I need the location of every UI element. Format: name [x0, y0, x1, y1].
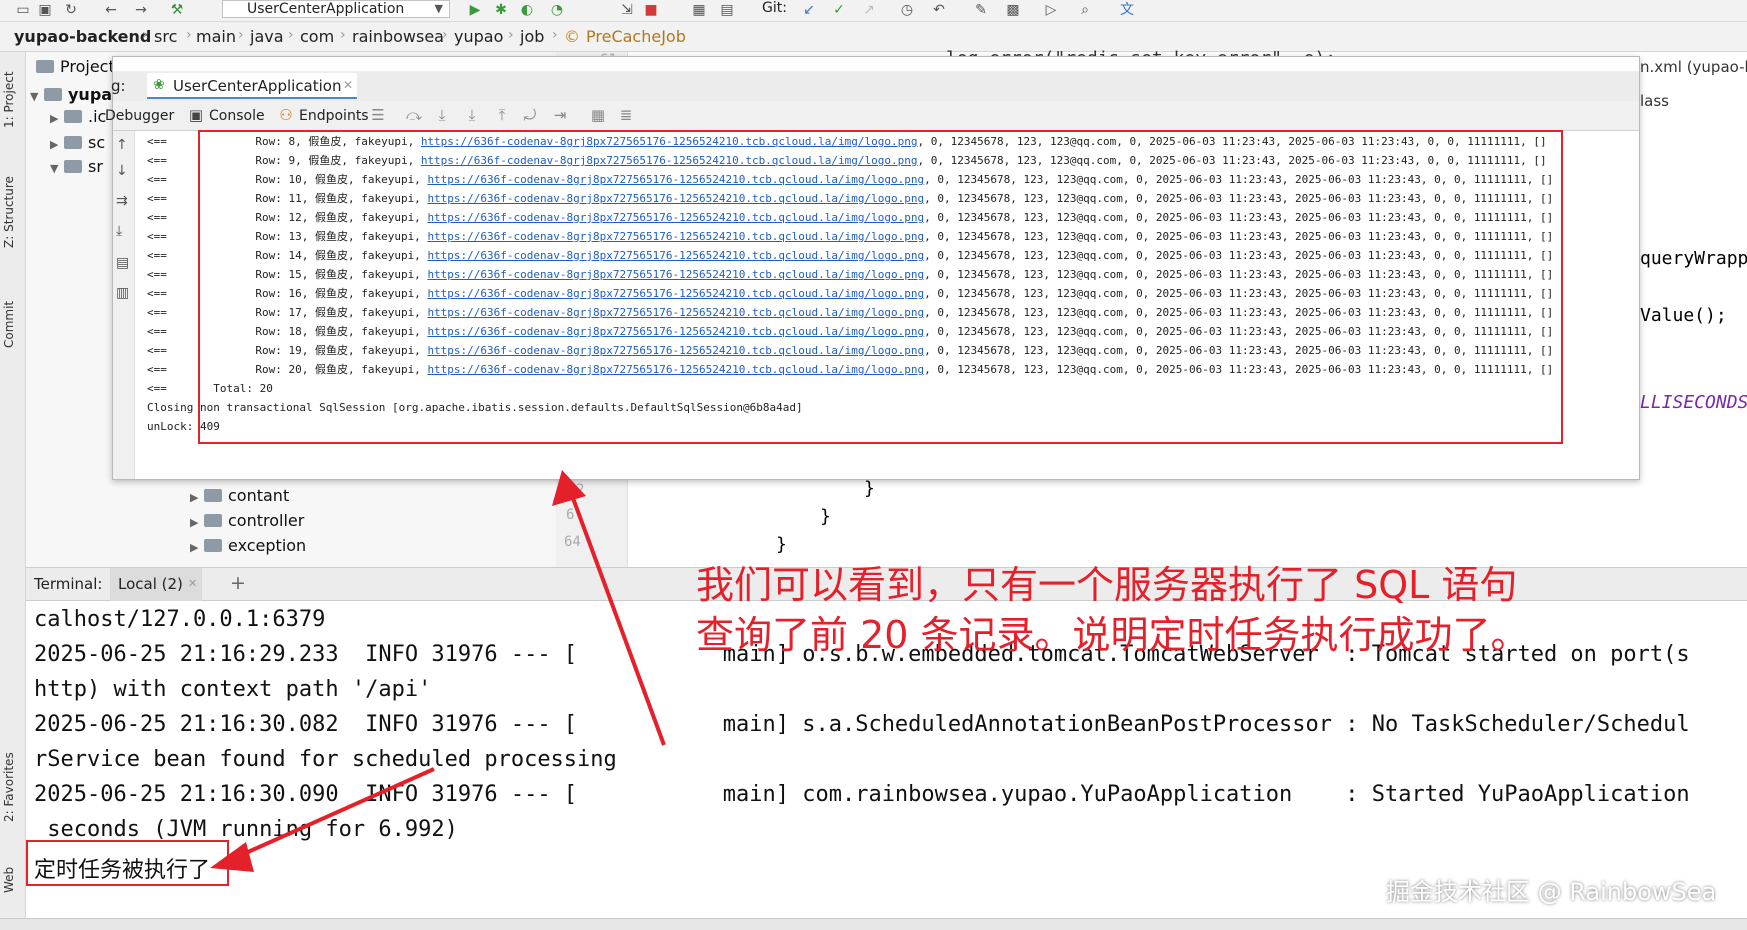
- arrow-line: [568, 489, 666, 746]
- status-bar: [0, 918, 1747, 930]
- arrow-line: [229, 767, 435, 862]
- watermark: 掘金技术社区 @ RainbowSea: [1386, 878, 1717, 906]
- annotation-line: 查询了前 20 条记录。说明定时任务执行成功了。: [696, 613, 1529, 657]
- arrow-head: [210, 842, 254, 872]
- arrow-head: [552, 470, 586, 506]
- annotation-line: 我们可以看到，只有一个服务器执行了 SQL 语句: [696, 563, 1518, 607]
- annotation-arrows: [210, 470, 666, 872]
- annotation-text: 我们可以看到，只有一个服务器执行了 SQL 语句 查询了前 20 条记录。说明定…: [696, 560, 1576, 660]
